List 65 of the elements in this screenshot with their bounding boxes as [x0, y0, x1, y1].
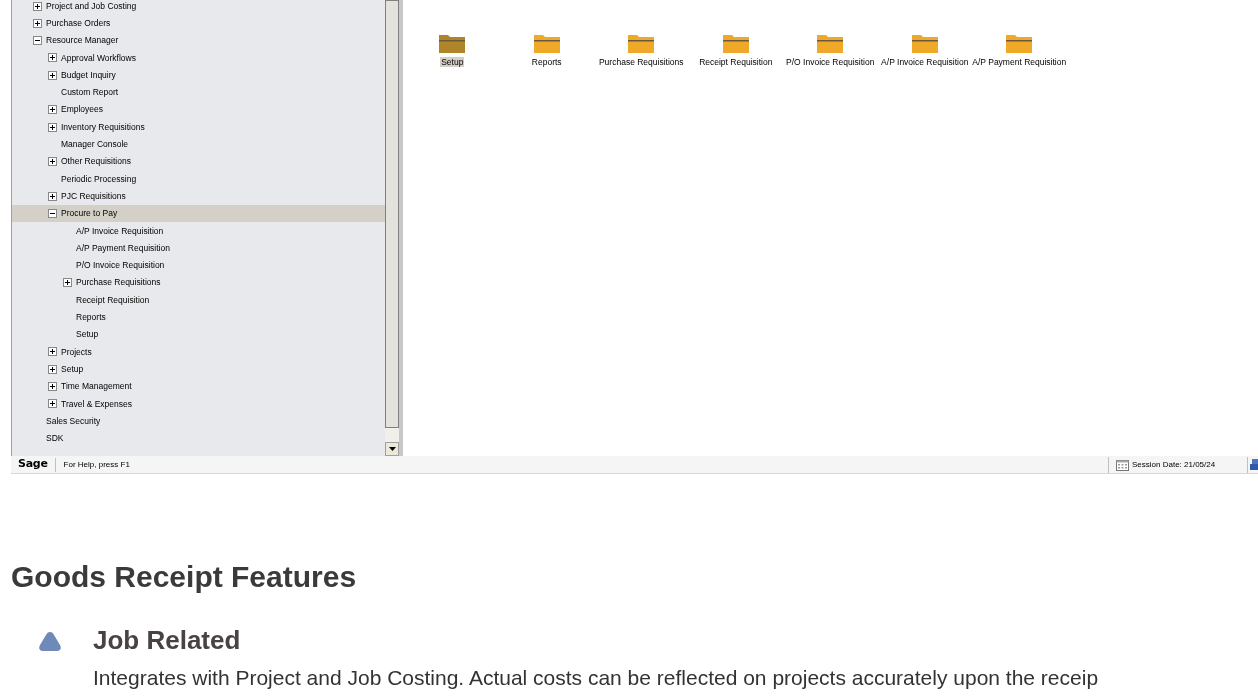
session-date: Session Date: 21/05/24 — [1131, 458, 1217, 471]
expand-icon[interactable] — [48, 347, 57, 357]
tree-item[interactable]: Project and Job Costing — [12, 0, 385, 15]
tree-item[interactable]: SDK — [12, 429, 385, 448]
tree-item[interactable]: Setup — [12, 326, 385, 344]
sage-logo: Sage — [17, 456, 49, 473]
expand-icon[interactable] — [48, 191, 57, 201]
tree-item[interactable]: A/P Payment Requisition — [12, 239, 385, 257]
expand-icon[interactable] — [48, 122, 57, 132]
tree-item[interactable]: PJC Requisitions — [12, 187, 385, 205]
scroll-down-button[interactable] — [385, 442, 399, 456]
folder-icon[interactable] — [911, 33, 938, 53]
folder-label[interactable]: Receipt Requisition — [698, 57, 774, 67]
tree-item[interactable]: Employees — [12, 101, 385, 119]
tree-item[interactable]: Reports — [12, 308, 385, 327]
folder-label[interactable]: A/P Invoice Requisition — [880, 57, 970, 67]
tree-item[interactable]: A/P Invoice Requisition — [12, 222, 385, 240]
help-text: For Help, press F1 — [62, 458, 130, 471]
tree-item[interactable]: Projects — [12, 343, 385, 361]
folder-icon[interactable] — [817, 33, 844, 53]
tree-item[interactable]: Receipt Requisition — [12, 291, 385, 309]
folder-label[interactable]: Setup — [440, 57, 465, 67]
folder-label[interactable]: A/P Payment Requisition — [971, 57, 1068, 67]
tree-item[interactable]: Time Management — [12, 377, 385, 396]
expand-icon[interactable] — [48, 382, 57, 392]
expand-icon[interactable] — [48, 157, 57, 167]
expand-icon[interactable] — [48, 70, 57, 80]
folder-icon[interactable] — [533, 33, 560, 53]
tree-item[interactable]: Purchase Requisitions — [12, 274, 385, 292]
folder-label[interactable]: Purchase Requisitions — [597, 57, 685, 67]
feature-description: Integrates with Project and Job Costing. Actual costs can be reflected on projects accurately upon the receip — [93, 666, 1100, 690]
folder-label[interactable]: Reports — [530, 57, 563, 67]
tree-item[interactable]: Sales Security — [12, 412, 385, 430]
folder-icon[interactable] — [439, 33, 466, 53]
feature-title: Job Related — [93, 624, 241, 657]
collapse-icon[interactable] — [33, 36, 42, 46]
section-heading: Goods Receipt Features — [11, 560, 358, 594]
tree-item[interactable]: Manager Console — [12, 135, 385, 154]
expand-icon[interactable] — [33, 18, 42, 28]
folder-label[interactable]: P/O Invoice Requisition — [785, 57, 876, 67]
tree-item[interactable]: Other Requisitions — [12, 153, 385, 171]
expand-icon[interactable] — [63, 278, 72, 288]
folder-icon[interactable] — [722, 33, 749, 53]
bullet-icon — [38, 629, 62, 652]
tree-item[interactable]: Custom Report — [12, 83, 385, 102]
tree-item[interactable]: Periodic Processing — [12, 170, 385, 188]
tree-item[interactable]: Budget Inquiry — [12, 66, 385, 84]
tree-item[interactable]: Approval Workflows — [12, 49, 385, 67]
collapse-icon[interactable] — [48, 209, 57, 219]
tree-item[interactable]: Travel & Expenses — [12, 395, 385, 413]
caret-icon — [388, 447, 396, 451]
expand-icon[interactable] — [48, 53, 57, 63]
folder-icon[interactable] — [628, 33, 655, 53]
tree-item[interactable]: Purchase Orders — [12, 14, 385, 32]
tree-item[interactable]: Resource Manager — [12, 32, 385, 50]
tree-item[interactable]: Inventory Requisitions — [12, 118, 385, 136]
expand-icon[interactable] — [33, 1, 42, 11]
expand-icon[interactable] — [48, 399, 57, 409]
tree-item[interactable]: P/O Invoice Requisition — [12, 256, 385, 275]
tree-item[interactable]: Setup — [12, 360, 385, 378]
tree-item[interactable]: Procure to Pay — [12, 204, 385, 223]
folder-icon[interactable] — [1006, 33, 1033, 53]
printer-icon[interactable] — [1250, 457, 1258, 472]
expand-icon[interactable] — [48, 364, 57, 374]
expand-icon[interactable] — [48, 105, 57, 115]
